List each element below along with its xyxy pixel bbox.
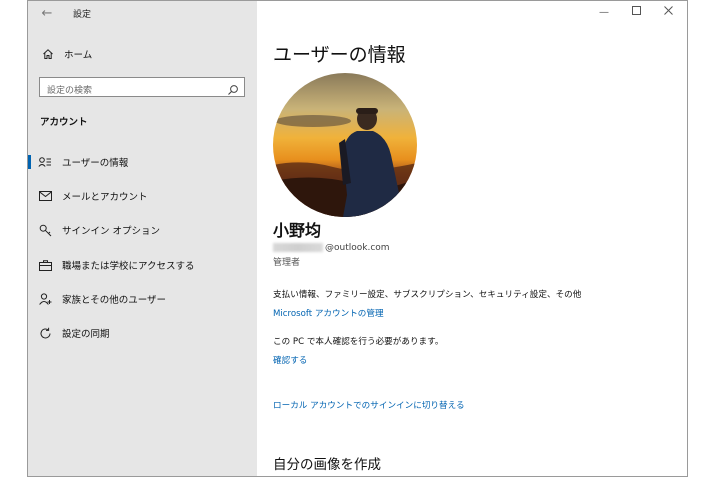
sidebar-item-email-accounts[interactable]: メールとアカウント — [28, 184, 257, 208]
search-icon[interactable] — [227, 81, 239, 95]
create-picture-heading: 自分の画像を作成 — [273, 457, 381, 473]
sidebar-item-label: 設定の同期 — [62, 329, 110, 340]
search-box[interactable] — [39, 77, 245, 100]
sidebar-item-label: ユーザーの情報 — [62, 158, 129, 169]
title-bar: ← 設定 — [28, 1, 257, 27]
sidebar: ← 設定 ホーム アカウント ユーザーの情報 — [28, 1, 257, 476]
back-arrow-icon: ← — [41, 6, 53, 21]
switch-to-local-account-link[interactable]: ローカル アカウントでのサインインに切り替える — [273, 399, 465, 411]
account-role: 管理者 — [273, 258, 301, 268]
sidebar-item-family-users[interactable]: 家族とその他のユーザー — [28, 287, 257, 311]
home-icon — [41, 48, 55, 60]
page-title: ユーザーの情報 — [273, 44, 406, 66]
email-address: @outlook.com — [273, 241, 390, 254]
sidebar-item-work-school[interactable]: 職場または学校にアクセスする — [28, 253, 257, 277]
key-icon — [38, 224, 52, 237]
minimize-button[interactable]: — — [593, 5, 615, 21]
avatar — [273, 73, 417, 217]
user-name: 小野均 — [273, 221, 322, 240]
settings-window: ← 設定 ホーム アカウント ユーザーの情報 — [27, 0, 688, 477]
user-info-icon — [38, 156, 52, 168]
email-domain: @outlook.com — [325, 242, 390, 253]
search-input[interactable] — [40, 82, 220, 100]
minimize-icon: — — [599, 7, 609, 18]
main-content: — ユーザーの情報 小野均 @outlook.com 管理者 支払い情報、ファミ… — [257, 1, 687, 476]
close-icon — [663, 6, 673, 18]
maximize-button[interactable] — [625, 5, 647, 21]
mail-icon — [38, 191, 52, 201]
sync-icon — [38, 327, 52, 340]
person-add-icon — [38, 293, 52, 305]
sidebar-item-sign-in-options[interactable]: サインイン オプション — [28, 218, 257, 242]
home-label: ホーム — [64, 50, 93, 61]
sidebar-item-label: 家族とその他のユーザー — [62, 295, 167, 306]
close-button[interactable] — [657, 5, 679, 21]
window-title: 設定 — [73, 10, 92, 20]
email-redacted — [273, 243, 323, 252]
briefcase-icon — [38, 259, 52, 271]
sidebar-item-label: メールとアカウント — [62, 192, 148, 203]
sidebar-item-user-info[interactable]: ユーザーの情報 — [28, 150, 257, 174]
back-button[interactable]: ← — [38, 5, 56, 23]
home-nav[interactable]: ホーム — [41, 45, 92, 63]
maximize-icon — [631, 6, 641, 18]
billing-info-text: 支払い情報、ファミリー設定、サブスクリプション、セキュリティ設定、その他 — [273, 290, 582, 300]
verify-link[interactable]: 確認する — [273, 354, 307, 366]
sidebar-item-sync-settings[interactable]: 設定の同期 — [28, 321, 257, 345]
section-heading: アカウント — [40, 117, 88, 128]
verify-info-text: この PC で本人確認を行う必要があります。 — [273, 337, 444, 347]
sidebar-item-label: サインイン オプション — [62, 226, 161, 237]
sidebar-item-label: 職場または学校にアクセスする — [62, 261, 195, 272]
manage-account-link[interactable]: Microsoft アカウントの管理 — [273, 307, 384, 319]
